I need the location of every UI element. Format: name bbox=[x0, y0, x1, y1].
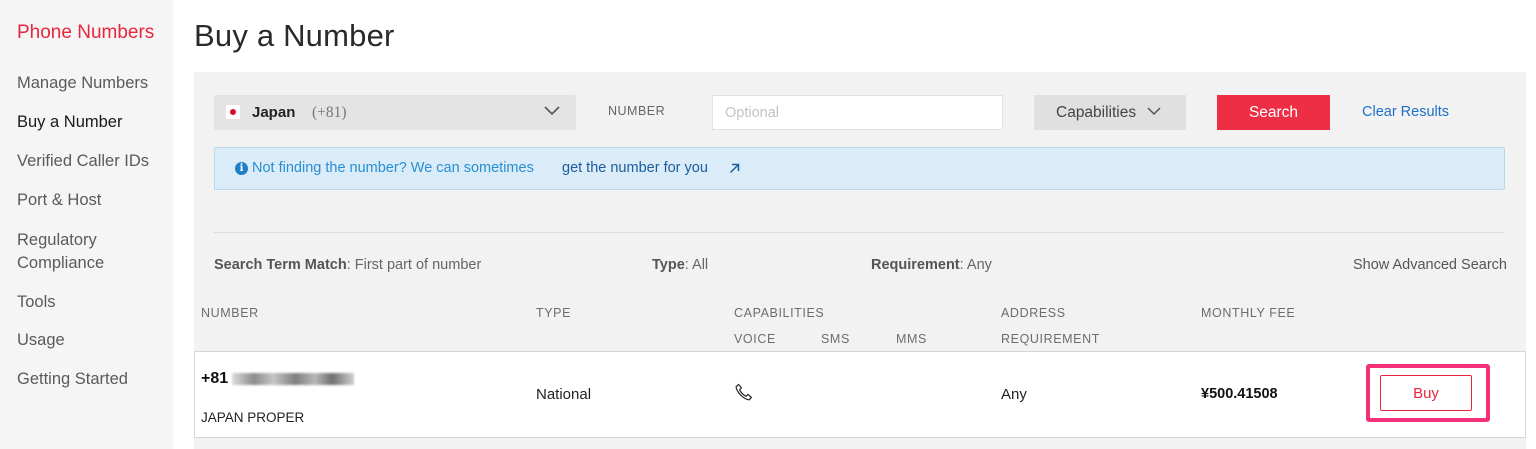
table-row bbox=[194, 351, 1526, 438]
col-header-number: NUMBER bbox=[201, 306, 259, 320]
sidebar-item-buy-a-number[interactable]: Buy a Number bbox=[17, 111, 122, 133]
address-requirement: Any bbox=[1001, 386, 1027, 403]
filter-match-value: : First part of number bbox=[346, 257, 482, 273]
chevron-down-icon bbox=[1147, 107, 1161, 116]
filter-type-label: Type bbox=[652, 257, 685, 273]
divider bbox=[214, 232, 1505, 233]
number-region: JAPAN PROPER bbox=[201, 410, 305, 425]
col-header-sms: SMS bbox=[821, 332, 850, 346]
show-advanced-search-link[interactable]: Show Advanced Search bbox=[1353, 257, 1507, 273]
capabilities-label: Capabilities bbox=[1056, 103, 1137, 121]
sidebar-item-compliance[interactable]: Compliance bbox=[17, 252, 104, 274]
sidebar-item-port-host[interactable]: Port & Host bbox=[17, 189, 101, 211]
country-code: (+81) bbox=[312, 104, 347, 121]
filter-requirement: Requirement: Any bbox=[871, 257, 992, 273]
filter-search-term-match: Search Term Match: First part of number bbox=[214, 257, 481, 273]
sidebar-item-manage-numbers[interactable]: Manage Numbers bbox=[17, 72, 148, 94]
filter-type-value: : All bbox=[684, 257, 709, 273]
external-link-icon[interactable] bbox=[729, 163, 740, 174]
monthly-fee: ¥500.41508 bbox=[1201, 386, 1278, 402]
japan-flag-icon bbox=[226, 105, 240, 119]
info-text: Not finding the number? We can sometimes bbox=[252, 160, 534, 176]
filter-type: Type: All bbox=[652, 257, 708, 273]
sidebar-item-getting-started[interactable]: Getting Started bbox=[17, 368, 128, 390]
info-banner: i Not finding the number? We can sometim… bbox=[214, 147, 1505, 190]
filter-requirement-label: Requirement bbox=[871, 257, 960, 273]
sidebar-item-regulatory[interactable]: Regulatory bbox=[17, 229, 97, 251]
number-label: NUMBER bbox=[608, 104, 666, 118]
search-button[interactable]: Search bbox=[1217, 95, 1330, 130]
phone-icon bbox=[735, 383, 753, 401]
filter-requirement-value: : Any bbox=[959, 257, 992, 273]
sidebar-item-usage[interactable]: Usage bbox=[17, 329, 65, 351]
col-header-requirement: REQUIREMENT bbox=[1001, 332, 1100, 346]
col-header-address: ADDRESS bbox=[1001, 306, 1066, 320]
sidebar-heading[interactable]: Phone Numbers bbox=[17, 22, 154, 44]
filter-match-label: Search Term Match bbox=[214, 257, 347, 273]
chevron-down-icon bbox=[544, 106, 560, 116]
number-type: National bbox=[536, 386, 592, 403]
col-header-type: TYPE bbox=[536, 306, 572, 320]
number-input[interactable] bbox=[712, 95, 1003, 130]
info-icon: i bbox=[235, 162, 248, 175]
country-select[interactable]: Japan (+81) bbox=[214, 95, 576, 130]
col-header-capabilities: CAPABILITIES bbox=[734, 306, 825, 320]
col-header-mms: MMS bbox=[896, 332, 927, 346]
capabilities-dropdown[interactable]: Capabilities bbox=[1034, 95, 1186, 130]
sidebar-item-tools[interactable]: Tools bbox=[17, 291, 56, 313]
redacted-number bbox=[232, 373, 354, 385]
country-name: Japan bbox=[252, 104, 296, 121]
get-number-link[interactable]: get the number for you bbox=[562, 160, 708, 176]
sidebar-item-verified-caller-ids[interactable]: Verified Caller IDs bbox=[17, 150, 149, 172]
number-prefix: +81 bbox=[201, 370, 229, 387]
col-header-monthly-fee: MONTHLY FEE bbox=[1201, 306, 1296, 320]
sidebar: Phone Numbers Manage Numbers Buy a Numbe… bbox=[0, 0, 173, 449]
col-header-voice: VOICE bbox=[734, 332, 776, 346]
page-title: Buy a Number bbox=[194, 18, 395, 53]
clear-results-link[interactable]: Clear Results bbox=[1362, 104, 1449, 120]
buy-button[interactable]: Buy bbox=[1380, 375, 1472, 411]
